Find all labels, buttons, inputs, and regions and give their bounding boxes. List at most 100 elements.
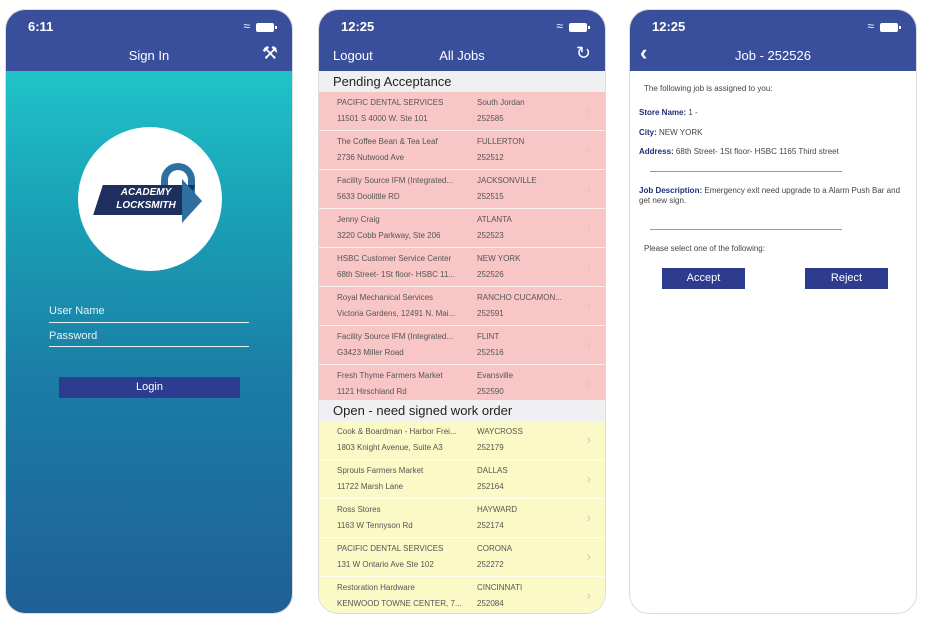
row-name: Sprouts Farmers Market [337, 466, 424, 475]
row-city: DALLAS [477, 466, 508, 475]
row-job-number: 252516 [477, 348, 504, 357]
signin-screen: 6:11 ≈ Sign In ⚒ ACADEMY LOCKSMITH User … [5, 9, 293, 614]
city-value: NEW YORK [659, 128, 703, 137]
row-name: PACIFIC DENTAL SERVICES [337, 98, 444, 107]
row-name: Facility Source IFM (Integrated... [337, 176, 454, 185]
row-address: G3423 Miller Road [337, 348, 404, 357]
job-row[interactable]: Jenny Craig 3220 Cobb Parkway, Ste 206 A… [319, 209, 605, 248]
row-job-number: 252585 [477, 114, 504, 123]
row-name: The Coffee Bean & Tea Leaf [337, 137, 438, 146]
row-job-number: 252272 [477, 560, 504, 569]
navbar: 12:25 ≈ ‹ Job - 252526 [630, 10, 916, 71]
username-underline [49, 322, 249, 323]
job-row[interactable]: Fresh Thyme Farmers Market 1121 Hirschla… [319, 365, 605, 404]
battery-icon [880, 22, 901, 32]
job-row[interactable]: Sprouts Farmers Market 11722 Marsh Lane … [319, 460, 605, 499]
city-row: City: NEW YORK [639, 128, 702, 137]
all-jobs-screen: 12:25 ≈ Logout All Jobs ↻ Pending Accept… [318, 9, 606, 614]
row-city: NEW YORK [477, 254, 521, 263]
status-icons: ≈ [243, 19, 277, 33]
row-name: Ross Stores [337, 505, 381, 514]
chevron-right-icon: › [586, 549, 591, 564]
wifi-icon: ≈ [867, 19, 876, 33]
refresh-icon[interactable]: ↻ [576, 43, 591, 64]
company-logo: ACADEMY LOCKSMITH [78, 127, 222, 271]
battery-icon [256, 22, 277, 32]
job-row[interactable]: HSBC Customer Service Center 68th Street… [319, 248, 605, 287]
row-address: KENWOOD TOWNE CENTER, 7... [337, 599, 462, 608]
select-prompt: Please select one of the following: [644, 244, 765, 253]
row-city: Evansville [477, 371, 514, 380]
reject-button[interactable]: Reject [805, 268, 888, 289]
row-city: JACKSONVILLE [477, 176, 537, 185]
row-job-number: 252526 [477, 270, 504, 279]
row-name: HSBC Customer Service Center [337, 254, 452, 263]
chevron-right-icon: › [586, 510, 591, 525]
city-label: City: [639, 128, 657, 137]
page-title: Job - 252526 [735, 48, 811, 63]
row-name: PACIFIC DENTAL SERVICES [337, 544, 444, 553]
row-address: 5633 Doolittle RD [337, 192, 400, 201]
navbar: 6:11 ≈ Sign In ⚒ [6, 10, 292, 71]
status-icons: ≈ [867, 19, 901, 33]
job-row[interactable]: Facility Source IFM (Integrated... G3423… [319, 326, 605, 365]
job-row[interactable]: The Coffee Bean & Tea Leaf 2736 Nutwood … [319, 131, 605, 170]
password-underline [49, 346, 249, 347]
wifi-icon: ≈ [556, 19, 565, 33]
row-address: 1121 Hirschland Rd [337, 387, 407, 396]
chevron-right-icon: › [586, 142, 591, 157]
row-job-number: 252515 [477, 192, 504, 201]
page-title: All Jobs [439, 48, 485, 63]
chevron-right-icon: › [586, 588, 591, 603]
row-name: Fresh Thyme Farmers Market [337, 371, 443, 380]
job-row[interactable]: PACIFIC DENTAL SERVICES 131 W Ontario Av… [319, 538, 605, 577]
row-address: 68th Street- 1St floor- HSBC 11... [337, 270, 456, 279]
accept-button[interactable]: Accept [662, 268, 745, 289]
chevron-right-icon: › [586, 471, 591, 486]
row-job-number: 252179 [477, 443, 504, 452]
row-address: 11501 S 4000 W. Ste 101 [337, 114, 428, 123]
chevron-right-icon: › [586, 103, 591, 118]
navbar: 12:25 ≈ Logout All Jobs ↻ [319, 10, 605, 71]
tools-icon[interactable]: ⚒ [262, 43, 278, 64]
row-city: South Jordan [477, 98, 525, 107]
status-time: 6:11 [28, 19, 54, 34]
chevron-right-icon: › [586, 337, 591, 352]
address-label: Address: [639, 147, 674, 156]
chevron-right-icon: › [586, 298, 591, 313]
page-title: Sign In [128, 48, 170, 63]
divider [650, 171, 842, 172]
row-job-number: 252512 [477, 153, 504, 162]
row-city: FLINT [477, 332, 500, 341]
password-field[interactable]: Password [49, 330, 97, 342]
wifi-icon: ≈ [243, 19, 252, 33]
section-header-pending: Pending Acceptance [319, 71, 605, 92]
username-field[interactable]: User Name [49, 305, 105, 317]
chevron-right-icon: › [586, 376, 591, 391]
row-city: ATLANTA [477, 215, 512, 224]
row-address: 131 W Ontario Ave Ste 102 [337, 560, 434, 569]
address-row: Address: 68th Street- 1St floor- HSBC 11… [639, 147, 839, 156]
row-city: WAYCROSS [477, 427, 523, 436]
row-address: 11722 Marsh Lane [337, 482, 404, 491]
job-row[interactable]: Ross Stores 1163 W Tennyson Rd HAYWARD 2… [319, 499, 605, 538]
job-row[interactable]: PACIFIC DENTAL SERVICES 11501 S 4000 W. … [319, 92, 605, 131]
row-job-number: 252523 [477, 231, 504, 240]
login-button[interactable]: Login [59, 377, 240, 398]
status-time: 12:25 [652, 19, 686, 34]
job-row[interactable]: Facility Source IFM (Integrated... 5633 … [319, 170, 605, 209]
row-address: 3220 Cobb Parkway, Ste 206 [337, 231, 441, 240]
job-row[interactable]: Restoration Hardware KENWOOD TOWNE CENTE… [319, 577, 605, 613]
job-detail-screen: 12:25 ≈ ‹ Job - 252526 The following job… [629, 9, 917, 614]
job-row[interactable]: Royal Mechanical Services Victoria Garde… [319, 287, 605, 326]
row-job-number: 252174 [477, 521, 504, 530]
description-row: Job Description: Emergency exit need upg… [639, 186, 909, 206]
divider [650, 229, 842, 230]
row-city: RANCHO CUCAMON... [477, 293, 562, 302]
job-row[interactable]: Cook & Boardman - Harbor Frei... 1803 Kn… [319, 421, 605, 460]
row-address: 1803 Knight Avenue, Suite A3 [337, 443, 443, 452]
row-address: 2736 Nutwood Ave [337, 153, 405, 162]
chevron-right-icon: › [586, 432, 591, 447]
row-name: Royal Mechanical Services [337, 293, 434, 302]
row-city: HAYWARD [477, 505, 517, 514]
